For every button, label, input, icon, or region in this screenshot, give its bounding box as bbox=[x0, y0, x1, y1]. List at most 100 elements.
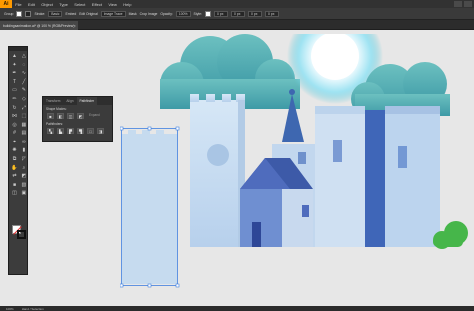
style-label: Style: bbox=[193, 11, 202, 16]
panel-tab-align[interactable]: Align bbox=[63, 97, 76, 105]
shape-modes-row: ■ ◧ ◫ ◩ Expand bbox=[43, 112, 112, 120]
divide-icon[interactable]: ▚ bbox=[47, 128, 54, 134]
minus-front-icon[interactable]: ◧ bbox=[57, 113, 64, 119]
search-icon[interactable] bbox=[464, 1, 472, 7]
shape-modes-label: Shape Modes: bbox=[46, 107, 67, 111]
mask-button[interactable]: Mask bbox=[129, 12, 137, 16]
scale-tool-icon[interactable]: ⤢ bbox=[20, 104, 28, 111]
trim-icon[interactable]: ▙ bbox=[57, 128, 64, 134]
app-logo: Ai bbox=[0, 0, 12, 8]
direct-selection-tool-icon[interactable]: △ bbox=[20, 53, 28, 60]
stroke-color-swatch[interactable] bbox=[17, 230, 26, 239]
zoom-tool-icon[interactable]: ⌕ bbox=[20, 165, 28, 172]
pathfinders-label: Pathfinders: bbox=[46, 122, 64, 126]
line-tool-icon[interactable]: ╱ bbox=[20, 79, 28, 86]
curvature-tool-icon[interactable]: ∿ bbox=[20, 70, 28, 77]
graph-tool-icon[interactable]: ▮ bbox=[20, 147, 28, 154]
rectangle-tool-icon[interactable]: ▭ bbox=[11, 87, 19, 94]
eyedropper-tool-icon[interactable]: ⌖ bbox=[11, 139, 19, 146]
menu-view[interactable]: View bbox=[105, 2, 120, 7]
perspective-grid-tool-icon[interactable]: ▦ bbox=[20, 122, 28, 129]
pen-tool-icon[interactable]: ✒ bbox=[11, 70, 19, 77]
fill-stroke-swatches[interactable] bbox=[12, 225, 26, 239]
width-field[interactable]: 0 px bbox=[248, 10, 262, 17]
mesh-tool-icon[interactable]: # bbox=[11, 130, 19, 137]
workspace-switcher[interactable] bbox=[454, 1, 462, 7]
x-field[interactable]: 0 px bbox=[214, 10, 228, 17]
selection-tool-icon[interactable]: ▲ bbox=[11, 53, 19, 60]
document-tab[interactable]: buildingsanimation.ai* @ 100 % (RGB/Prev… bbox=[0, 21, 78, 30]
panel-tab-transform[interactable]: Transform bbox=[43, 97, 63, 105]
screen-mode-icon[interactable]: ▣ bbox=[20, 190, 28, 197]
crop-image-button[interactable]: Crop Image bbox=[140, 12, 158, 16]
merge-icon[interactable]: ▛ bbox=[67, 128, 74, 134]
status-bar: 100% Hand / Selection bbox=[0, 306, 474, 311]
hand-tool-icon[interactable]: ✋ bbox=[11, 165, 19, 172]
crop-icon[interactable]: ▜ bbox=[77, 128, 84, 134]
outline-icon[interactable]: □ bbox=[87, 128, 94, 134]
opacity-field[interactable]: 100% bbox=[175, 10, 191, 17]
paintbrush-tool-icon[interactable]: ✎ bbox=[20, 87, 28, 94]
opacity-label: Opacity: bbox=[160, 11, 173, 16]
right-building bbox=[315, 106, 440, 247]
stroke-swatch[interactable] bbox=[25, 10, 32, 17]
eraser-tool-icon[interactable]: ◇ bbox=[20, 96, 28, 103]
intersect-icon[interactable]: ◫ bbox=[67, 113, 74, 119]
current-tool-status: Hand / Selection bbox=[21, 306, 44, 311]
menu-bar: Ai File Edit Object Type Select Effect View Hel… bbox=[0, 0, 474, 8]
shape-builder-tool-icon[interactable]: ◎ bbox=[11, 122, 19, 129]
height-field[interactable]: 0 px bbox=[265, 10, 279, 17]
stroke-label: Stroke: bbox=[34, 11, 46, 16]
menu-object[interactable]: Object bbox=[38, 2, 56, 7]
pencil-tool-icon[interactable]: ✏ bbox=[11, 96, 19, 103]
image-trace-button[interactable]: Image Trace bbox=[100, 10, 126, 17]
gradient-tool-icon[interactable]: ▤ bbox=[20, 130, 28, 137]
menu-select[interactable]: Select bbox=[71, 2, 89, 7]
free-transform-tool-icon[interactable]: ⬚ bbox=[20, 113, 28, 120]
artboard-illustration[interactable] bbox=[120, 34, 474, 306]
menu-help[interactable]: Help bbox=[120, 2, 135, 7]
slice-tool-icon[interactable]: ◸ bbox=[20, 156, 28, 163]
edit-original-button[interactable]: Edit Original bbox=[79, 12, 97, 16]
panel-tab-pathfinder[interactable]: Pathfinder bbox=[76, 97, 98, 105]
draw-mode-icon[interactable]: ◫ bbox=[11, 190, 19, 197]
control-bar: Group Stroke: Basic Embed Edit Original … bbox=[0, 8, 474, 20]
exclude-icon[interactable]: ◩ bbox=[77, 113, 84, 119]
menu-type[interactable]: Type bbox=[56, 2, 71, 7]
unite-icon[interactable]: ■ bbox=[47, 113, 54, 119]
window-controls bbox=[454, 1, 472, 7]
close-icon[interactable]: × bbox=[74, 23, 76, 28]
menu-effect[interactable]: Effect bbox=[89, 2, 106, 7]
gradient-mode-icon[interactable]: ▧ bbox=[20, 182, 28, 189]
document-title: buildingsanimation.ai* @ 100 % (RGB/Prev… bbox=[3, 23, 75, 28]
swap-fill-stroke-icon[interactable]: ⇄ bbox=[11, 173, 19, 180]
main-tower bbox=[190, 94, 245, 247]
y-field[interactable]: 0 px bbox=[231, 10, 245, 17]
menu-file[interactable]: File bbox=[12, 2, 25, 7]
menu-items: File Edit Object Type Select Effect View Help bbox=[12, 2, 135, 7]
stroke-weight-field[interactable]: Basic bbox=[48, 10, 63, 17]
embed-button[interactable]: Embed bbox=[65, 12, 76, 16]
tool-grid: ▲ △ ✦ ◌ ✒ ∿ T ╱ ▭ ✎ ✏ ◇ ↻ ⤢ ⋈ ⬚ ◎ ▦ # ▤ ⌖ ∞ ✺ ▮ ⧉ ◸ ✋ ⌕ ⇄ ◩ ■ ▧ ◫ ▣ bbox=[9, 51, 27, 199]
zoom-level[interactable]: 100% bbox=[6, 307, 14, 311]
type-tool-icon[interactable]: T bbox=[11, 79, 19, 86]
minus-back-icon[interactable]: ◨ bbox=[97, 128, 104, 134]
default-fill-stroke-icon[interactable]: ◩ bbox=[20, 173, 28, 180]
fill-swatch[interactable] bbox=[16, 10, 23, 17]
menu-edit[interactable]: Edit bbox=[25, 2, 38, 7]
panel-tabs: Transform Align Pathfinder bbox=[43, 97, 112, 105]
selection-type-label: Group bbox=[4, 11, 14, 16]
expand-button[interactable]: Expand bbox=[89, 113, 100, 119]
selected-tower bbox=[120, 126, 180, 288]
magic-wand-tool-icon[interactable]: ✦ bbox=[11, 62, 19, 69]
color-mode-icon[interactable]: ■ bbox=[11, 182, 19, 189]
artboard-tool-icon[interactable]: ⧉ bbox=[11, 156, 19, 163]
style-swatch[interactable] bbox=[205, 10, 211, 17]
width-tool-icon[interactable]: ⋈ bbox=[11, 113, 19, 120]
lasso-tool-icon[interactable]: ◌ bbox=[20, 62, 28, 69]
document-tab-bar: buildingsanimation.ai* @ 100 % (RGB/Prev… bbox=[0, 20, 474, 30]
rotate-tool-icon[interactable]: ↻ bbox=[11, 104, 19, 111]
blend-tool-icon[interactable]: ∞ bbox=[20, 139, 28, 146]
symbol-sprayer-tool-icon[interactable]: ✺ bbox=[11, 147, 19, 154]
tools-panel: ▲ △ ✦ ◌ ✒ ∿ T ╱ ▭ ✎ ✏ ◇ ↻ ⤢ ⋈ ⬚ ◎ ▦ # ▤ ⌖ ∞ ✺ ▮ ⧉ ◸ ✋ ⌕ ⇄ ◩ ■ ▧ ◫ ▣ bbox=[8, 46, 28, 275]
